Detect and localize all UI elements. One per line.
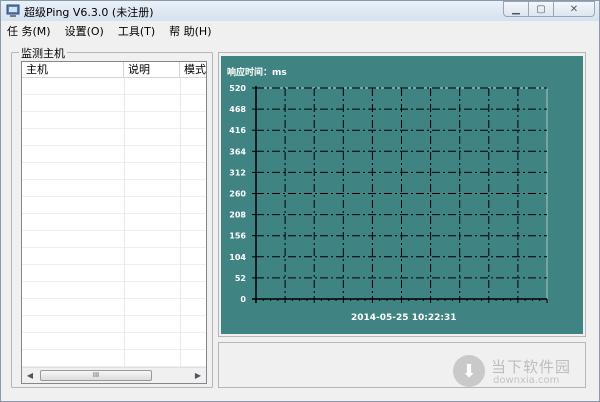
minimize-icon: ▁ xyxy=(512,3,520,15)
watermark: ⬇ 当下软件园 downxia.com xyxy=(453,351,587,393)
scroll-thumb[interactable]: III xyxy=(40,370,152,381)
watermark-name: 当下软件园 xyxy=(491,358,572,376)
title-bar[interactable]: 超级Ping V6.3.0 (未注册) ▁ ▢ ✕ xyxy=(1,1,599,21)
menu-help[interactable]: 帮 助(H) xyxy=(169,23,211,39)
column-header-description[interactable]: 说明 xyxy=(124,62,180,78)
y-tick-label: 416 xyxy=(229,126,246,135)
column-divider xyxy=(124,78,125,367)
menu-bar: 任 务(M) 设置(O) 工具(T) 帮 助(H) xyxy=(1,21,599,40)
y-tick-label: 208 xyxy=(229,211,246,220)
column-divider xyxy=(180,78,181,367)
y-tick-label: 312 xyxy=(229,168,246,177)
column-header-mode[interactable]: 模式 xyxy=(180,62,206,78)
menu-tools[interactable]: 工具(T) xyxy=(118,23,155,39)
menu-task[interactable]: 任 务(M) xyxy=(7,23,51,39)
list-header: 主机 说明 模式 xyxy=(22,62,206,78)
menu-settings[interactable]: 设置(O) xyxy=(65,23,104,39)
response-time-chart: 响应时间：ms 0 52 104 156 208 260 312 364 416 468 520 2… xyxy=(221,56,583,334)
chart-timestamp: 2014-05-25 10:22:31 xyxy=(351,313,456,323)
window-title: 超级Ping V6.3.0 (未注册) xyxy=(24,6,154,19)
horizontal-scrollbar[interactable]: ◀ III ▶ xyxy=(22,367,206,383)
monitor-group-title: 监测主机 xyxy=(19,45,67,61)
maximize-button[interactable]: ▢ xyxy=(528,1,554,17)
scroll-right-button[interactable]: ▶ xyxy=(190,368,206,383)
y-tick-label: 520 xyxy=(229,84,246,93)
watermark-url: downxia.com xyxy=(493,375,560,386)
chart-svg: 响应时间：ms 0 52 104 156 208 260 312 364 416 468 520 2… xyxy=(227,66,548,323)
app-icon xyxy=(6,4,20,17)
window-controls: ▁ ▢ ✕ xyxy=(503,1,595,19)
minimize-button[interactable]: ▁ xyxy=(503,1,529,17)
y-tick-label: 468 xyxy=(229,105,246,114)
y-tick-label: 104 xyxy=(229,253,246,262)
download-arrow-icon: ⬇ xyxy=(453,355,485,387)
maximize-icon: ▢ xyxy=(536,3,546,15)
arrow-right-icon: ▶ xyxy=(194,371,202,380)
y-tick-labels: 0 52 104 156 208 260 312 364 416 468 520 xyxy=(229,84,246,304)
host-list[interactable]: 主机 说明 模式 ◀ III ▶ xyxy=(21,61,207,384)
y-tick-label: 260 xyxy=(229,190,246,199)
close-icon: ✕ xyxy=(569,3,579,15)
close-button[interactable]: ✕ xyxy=(553,1,595,17)
scroll-left-button[interactable]: ◀ xyxy=(22,368,38,383)
arrow-left-icon: ◀ xyxy=(26,371,34,380)
y-tick-label: 52 xyxy=(235,274,246,283)
y-tick-label: 364 xyxy=(229,147,246,156)
y-tick-label: 0 xyxy=(240,295,246,304)
y-tick-label: 156 xyxy=(229,232,246,241)
column-header-host[interactable]: 主机 xyxy=(22,62,124,78)
chart-grid xyxy=(252,86,548,303)
main-window: 超级Ping V6.3.0 (未注册) ▁ ▢ ✕ 任 务(M) 设置(O) 工… xyxy=(0,0,600,402)
y-axis-label: 响应时间：ms xyxy=(227,66,287,78)
